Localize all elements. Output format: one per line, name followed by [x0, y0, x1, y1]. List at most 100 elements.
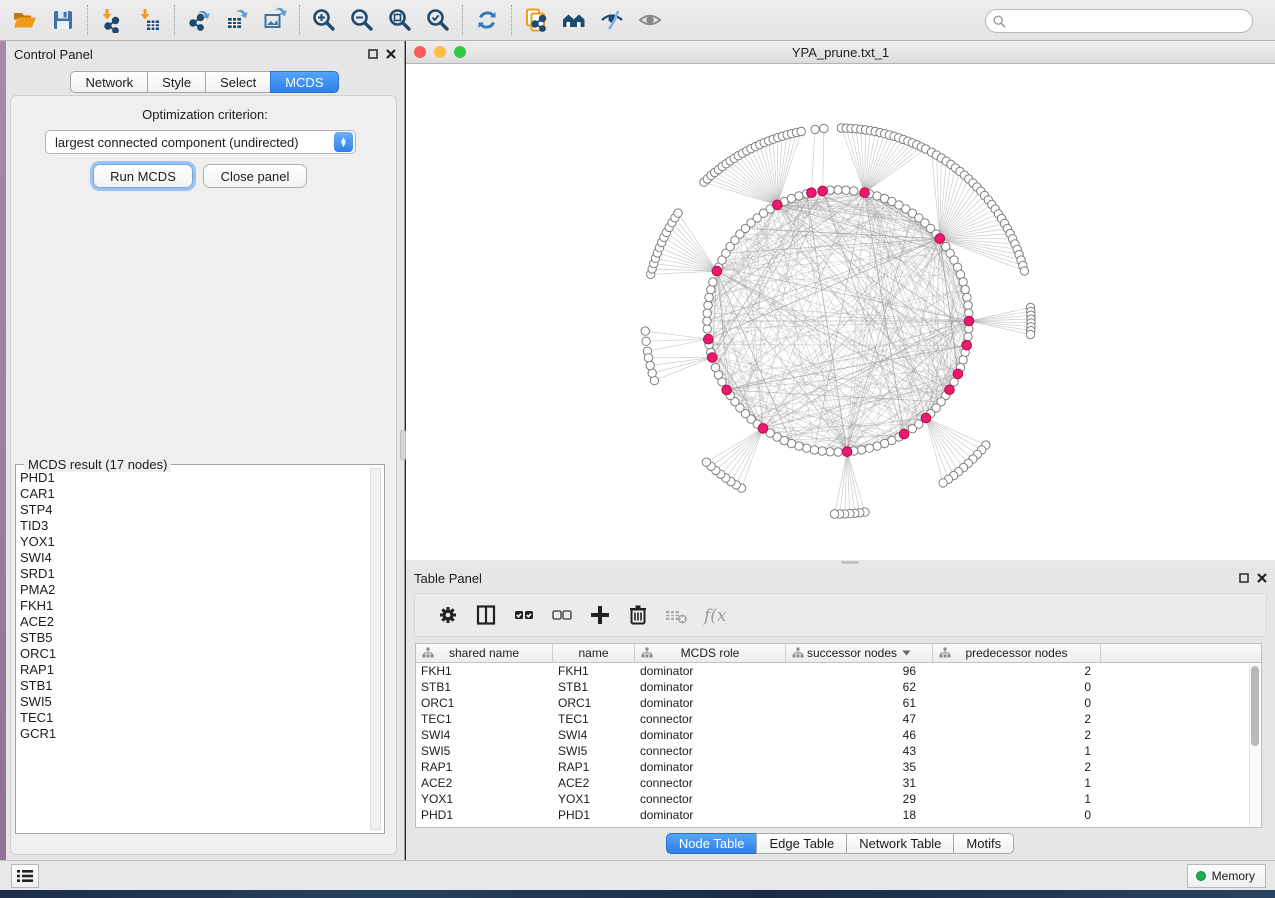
mcds-node-item[interactable]: SWI4	[20, 550, 368, 566]
cell: 1	[933, 743, 1101, 759]
column-header-name[interactable]: name	[553, 644, 635, 662]
mcds-node-item[interactable]: SWI5	[20, 694, 368, 710]
task-history-button[interactable]	[11, 864, 39, 888]
hide-details-icon[interactable]	[593, 3, 631, 37]
cell: PHD1	[416, 807, 553, 823]
cell: 29	[786, 791, 933, 807]
table-row-FKH1[interactable]: FKH1FKH1dominator962	[416, 663, 1261, 679]
mcds-node-item[interactable]: STB5	[20, 630, 368, 646]
cell: 43	[786, 743, 933, 759]
table-row-ORC1[interactable]: ORC1ORC1dominator610	[416, 695, 1261, 711]
toolbar-separator	[299, 5, 300, 35]
tab-network-table[interactable]: Network Table	[846, 833, 954, 854]
mcds-node-item[interactable]: FKH1	[20, 598, 368, 614]
mcds-node-item[interactable]: CAR1	[20, 486, 368, 502]
import-table-icon[interactable]	[131, 3, 169, 37]
search-box[interactable]	[985, 9, 1253, 33]
float-panel-icon[interactable]	[368, 49, 378, 59]
column-header-shared-name[interactable]: shared name	[416, 644, 553, 662]
network-view-window: YPA_prune.txt_1	[406, 41, 1275, 560]
gear-icon[interactable]	[429, 598, 467, 632]
run-mcds-button[interactable]: Run MCDS	[93, 164, 193, 188]
function-icon[interactable]: f(x)	[695, 598, 733, 632]
save-session-icon[interactable]	[44, 3, 82, 37]
svg-text:f(x): f(x)	[702, 606, 727, 626]
tab-style[interactable]: Style	[147, 71, 206, 93]
cell: TEC1	[416, 711, 553, 727]
tab-motifs[interactable]: Motifs	[953, 833, 1014, 854]
toolbar-separator	[511, 5, 512, 35]
zoom-out-icon[interactable]	[343, 3, 381, 37]
float-table-panel-icon[interactable]	[1239, 573, 1249, 583]
table-row-RAP1[interactable]: RAP1RAP1dominator352	[416, 759, 1261, 775]
search-input[interactable]	[1006, 11, 1252, 31]
show-details-icon[interactable]	[631, 3, 669, 37]
desktop-wallpaper-bottom	[0, 890, 1275, 898]
mcds-node-item[interactable]: STB1	[20, 678, 368, 694]
mcds-node-item[interactable]: SRD1	[20, 566, 368, 582]
mcds-node-item[interactable]: PHD1	[20, 470, 368, 486]
mcds-node-item[interactable]: ORC1	[20, 646, 368, 662]
export-network-icon[interactable]	[180, 3, 218, 37]
mcds-list-scrollbar[interactable]	[370, 468, 381, 830]
refresh-layout-icon[interactable]	[468, 3, 506, 37]
column-header-predecessor-nodes[interactable]: predecessor nodes	[933, 644, 1101, 662]
zoom-in-icon[interactable]	[305, 3, 343, 37]
cell: connector	[635, 791, 786, 807]
mcds-node-item[interactable]: ACE2	[20, 614, 368, 630]
column-header-MCDS-role[interactable]: MCDS role	[635, 644, 786, 662]
network-canvas[interactable]	[406, 64, 1275, 560]
vertical-splitter-handle[interactable]	[400, 430, 406, 460]
tab-network[interactable]: Network	[70, 71, 148, 93]
delete-table-icon[interactable]	[657, 598, 695, 632]
table-row-TEC1[interactable]: TEC1TEC1connector472	[416, 711, 1261, 727]
table-row-PHD1[interactable]: PHD1PHD1dominator180	[416, 807, 1261, 823]
mcds-node-item[interactable]: GCR1	[20, 726, 368, 742]
criterion-select[interactable]: largest connected component (undirected)…	[45, 130, 356, 154]
cell: ORC1	[416, 695, 553, 711]
cell: 2	[933, 759, 1101, 775]
export-image-icon[interactable]	[256, 3, 294, 37]
memory-button[interactable]: Memory	[1187, 864, 1266, 888]
table-row-YOX1[interactable]: YOX1YOX1connector291	[416, 791, 1261, 807]
tab-mcds[interactable]: MCDS	[270, 71, 338, 93]
zoom-selected-icon[interactable]	[419, 3, 457, 37]
import-network-icon[interactable]	[93, 3, 131, 37]
deselect-all-icon[interactable]	[543, 598, 581, 632]
table-toolbar: f(x)	[414, 593, 1267, 637]
network-window-titlebar[interactable]: YPA_prune.txt_1	[406, 41, 1275, 64]
table-row-ACE2[interactable]: ACE2ACE2connector311	[416, 775, 1261, 791]
cell: 0	[933, 807, 1101, 823]
close-panel-button[interactable]: Close panel	[203, 164, 307, 188]
mcds-result-group: MCDS result (17 nodes) PHD1CAR1STP4TID3Y…	[15, 464, 385, 834]
tab-select[interactable]: Select	[205, 71, 271, 93]
split-columns-icon[interactable]	[467, 598, 505, 632]
home-networks-icon[interactable]	[555, 3, 593, 37]
table-row-SWI4[interactable]: SWI4SWI4dominator462	[416, 727, 1261, 743]
mcds-node-item[interactable]: PMA2	[20, 582, 368, 598]
mcds-node-item[interactable]: YOX1	[20, 534, 368, 550]
mcds-node-item[interactable]: STP4	[20, 502, 368, 518]
mcds-node-item[interactable]: TID3	[20, 518, 368, 534]
column-header-successor-nodes[interactable]: successor nodes	[786, 644, 933, 662]
zoom-fit-icon[interactable]	[381, 3, 419, 37]
close-table-panel-icon[interactable]	[1257, 573, 1267, 583]
tab-node-table[interactable]: Node Table	[666, 833, 758, 854]
toolbar-separator	[174, 5, 175, 35]
delete-icon[interactable]	[619, 598, 657, 632]
select-all-icon[interactable]	[505, 598, 543, 632]
tab-edge-table[interactable]: Edge Table	[756, 833, 847, 854]
clone-network-icon[interactable]	[517, 3, 555, 37]
table-row-STB1[interactable]: STB1STB1dominator620	[416, 679, 1261, 695]
cell: 61	[786, 695, 933, 711]
cell: STB1	[416, 679, 553, 695]
open-file-icon[interactable]	[6, 3, 44, 37]
close-panel-icon[interactable]	[386, 49, 396, 59]
mcds-node-item[interactable]: TEC1	[20, 710, 368, 726]
add-icon[interactable]	[581, 598, 619, 632]
memory-label: Memory	[1212, 869, 1255, 883]
mcds-node-item[interactable]: RAP1	[20, 662, 368, 678]
table-scrollbar[interactable]	[1249, 664, 1260, 826]
export-table-icon[interactable]	[218, 3, 256, 37]
table-row-SWI5[interactable]: SWI5SWI5connector431	[416, 743, 1261, 759]
